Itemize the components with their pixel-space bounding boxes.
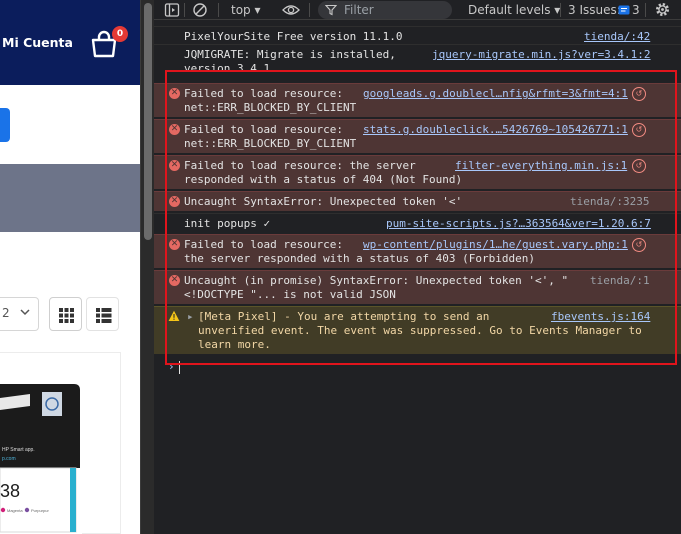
network-request-icon[interactable]: ↺ [632,123,646,137]
category-banner [0,164,140,232]
account-link[interactable]: Mi Cuenta [2,35,73,50]
message-source-link[interactable]: tienda/:42 [584,30,650,44]
console-message-info[interactable]: JQMIGRATE: Migrate is installed, version… [154,44,681,78]
console-message-error[interactable]: ✕ Uncaught SyntaxError: Unexpected token… [154,191,681,211]
sidebar-toggle-icon[interactable] [164,2,180,18]
grid-view-button[interactable] [49,297,82,331]
issues-button[interactable]: 3 Issues: 3 [568,0,648,20]
message-source-link[interactable]: tienda/:3235 [570,195,649,209]
message-source-link[interactable]: stats.g.doubleclick.…5426769~105426771:1 [363,123,628,137]
network-request-icon[interactable]: ↺ [632,238,646,252]
box-color-2: Purpurpur [31,508,49,513]
chevron-down-icon [20,309,30,316]
toolbar-divider [309,3,310,17]
toolbar-divider [560,3,561,17]
log-levels-select[interactable]: Default levels ▾ [468,0,560,20]
message-icon [618,5,630,15]
toolbar-divider [645,3,646,17]
devtools-panel: top ▾ Default levels ▾ 3 Issues: 3 [154,0,681,534]
console-message-error[interactable]: ✕ Uncaught (in promise) SyntaxError: Une… [154,270,681,304]
console-message-error[interactable]: ✕ Failed to load resource: the server re… [154,155,681,189]
expand-triangle-icon[interactable]: ▸ [187,310,194,324]
error-icon: ✕ [169,275,180,286]
message-text: Failed to load resource: net::ERR_BLOCKE… [184,87,357,114]
error-icon: ✕ [169,239,180,250]
filter-box[interactable] [318,1,452,19]
message-source-link[interactable]: tienda/:1 [590,274,650,288]
console-message-error[interactable]: ✕ Failed to load resource: net::ERR_BLOC… [154,83,681,117]
message-source-link[interactable]: filter-everything.min.js:1 [455,159,627,173]
message-text: Uncaught (in promise) SyntaxError: Unexp… [184,274,569,301]
scrollbar-thumb[interactable] [144,3,152,240]
message-text: init popups ✓ [184,217,271,230]
list-icon [96,308,112,323]
message-text: PixelYourSite Free version 11.1.0 [184,30,403,43]
message-source-link[interactable]: fbevents.js:164 [551,310,650,324]
site-header: Mi Cuenta 0 [0,0,140,85]
product-image[interactable]: HP Smart app. p.com 38 Magenta Purpurpur [0,380,82,534]
box-color-1: Magenta [7,508,23,513]
error-icon: ✕ [169,124,180,135]
cart-count-badge: 0 [112,26,128,42]
toolbar-divider [218,3,219,17]
issues-label: 3 Issues: [568,3,621,17]
console-toolbar: top ▾ Default levels ▾ 3 Issues: 3 [154,0,681,20]
per-page-value: 2 [2,306,10,320]
issues-count: 3 [632,3,640,17]
gear-icon[interactable] [654,1,671,18]
message-source-link[interactable]: wp-content/plugins/1…he/guest.vary.php:1 [363,238,628,252]
message-text: Uncaught SyntaxError: Unexpected token '… [184,195,463,208]
box-text-2: p.com [2,456,16,462]
console-message-error[interactable]: ✕ Failed to load resource: net::ERR_BLOC… [154,119,681,153]
message-text: JQMIGRATE: Migrate is installed, version… [184,48,396,75]
toolbar-divider [184,3,185,17]
console-input-caret[interactable] [179,361,180,374]
filter-input[interactable] [344,1,444,19]
network-request-icon[interactable]: ↺ [632,159,646,173]
list-view-button[interactable] [86,297,119,331]
error-icon: ✕ [169,160,180,171]
warning-icon [168,310,180,321]
message-text: Failed to load resource: net::ERR_BLOCKE… [184,123,357,150]
website-viewport: Mi Cuenta 0 2 HP Smart app. p.com 38 Mag… [0,0,140,534]
filter-icon [325,4,337,16]
box-number: 38 [0,481,20,501]
error-icon: ✕ [169,88,180,99]
per-page-select[interactable]: 2 [0,297,39,331]
console-message-error[interactable]: ✕ Failed to load resource: the server re… [154,234,681,268]
console-message-info[interactable]: PixelYourSite Free version 11.1.0 tienda… [154,26,681,44]
error-icon: ✕ [169,196,180,207]
clear-console-icon[interactable] [192,2,208,18]
network-request-icon[interactable]: ↺ [632,87,646,101]
page-scrollbar[interactable] [140,0,154,534]
eye-icon[interactable] [282,2,300,18]
console-message-info[interactable]: init popups ✓ pum-site-scripts.js?…36356… [154,213,681,233]
console-messages: PixelYourSite Free version 11.1.0 tienda… [154,21,681,534]
box-text-1: HP Smart app. [2,447,35,453]
message-source-link[interactable]: jquery-migrate.min.js?ver=3.4.1:2 [432,48,651,62]
context-select[interactable]: top ▾ [231,0,261,20]
message-source-link[interactable]: googleads.g.doublecl…nfig&rfmt=3&fmt=4:1 [363,87,628,101]
grid-icon [59,308,74,323]
console-message-warning[interactable]: ▸ [Meta Pixel] - You are attempting to s… [154,306,681,354]
message-source-link[interactable]: pum-site-scripts.js?…363564&ver=1.20.6:7 [386,217,651,231]
message-text: Failed to load resource: the server resp… [184,159,463,186]
search-button[interactable] [0,108,10,142]
console-prompt-icon: › [168,360,175,373]
